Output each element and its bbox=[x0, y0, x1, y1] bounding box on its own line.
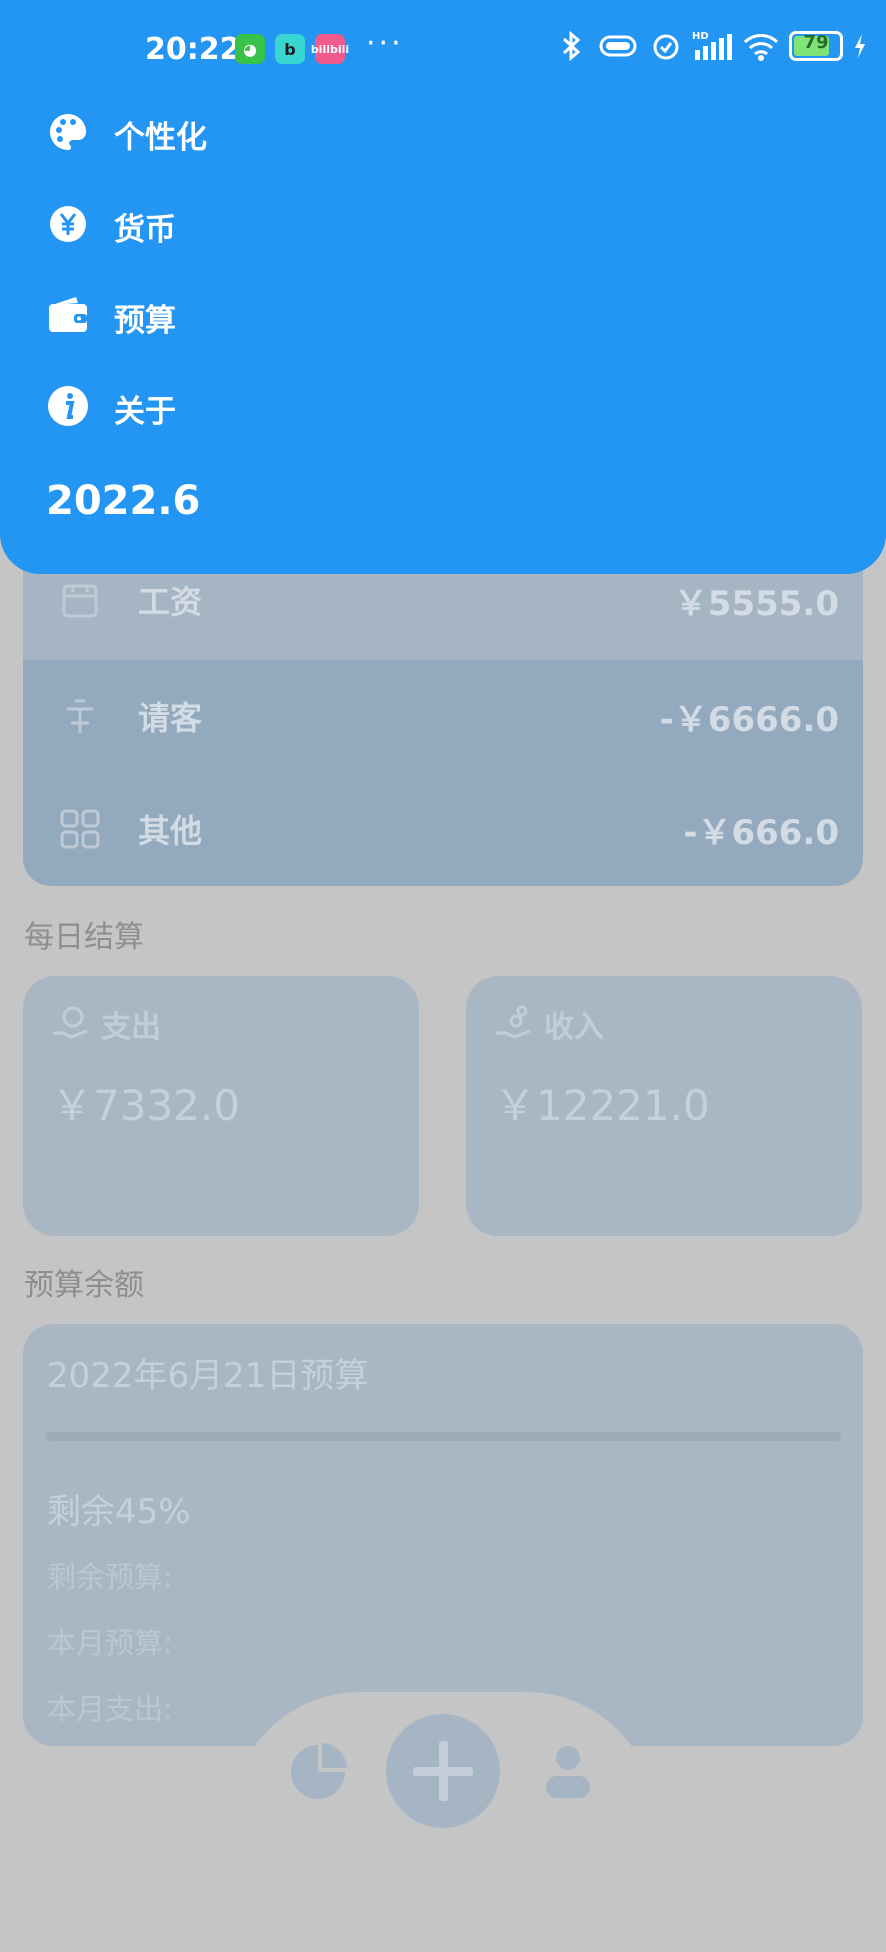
transaction-label: 工资 bbox=[138, 583, 203, 621]
alarm-icon bbox=[653, 34, 679, 60]
signal-icon: HD bbox=[692, 31, 732, 60]
charging-icon bbox=[855, 34, 865, 58]
list-item[interactable]: 其他 -￥666.0 bbox=[23, 773, 863, 885]
monthly-budget-label: 本月预算: bbox=[47, 1626, 173, 1660]
grid-icon bbox=[60, 809, 100, 849]
more-notifications-icon: ··· bbox=[366, 26, 404, 61]
menu-item-about[interactable]: 关于 bbox=[0, 366, 886, 446]
menu-item-personalize[interactable]: 个性化 bbox=[0, 92, 886, 172]
transaction-amount: -￥666.0 bbox=[683, 812, 839, 853]
user-icon[interactable] bbox=[544, 1742, 592, 1800]
wifi-icon bbox=[743, 34, 779, 61]
app-version: 2022.6 bbox=[46, 478, 201, 524]
remaining-budget-label: 剩余预算: bbox=[47, 1560, 173, 1594]
battery-icon: 79 bbox=[789, 31, 843, 61]
daily-settlement-title: 每日结算 bbox=[24, 920, 144, 955]
budget-card-title: 2022年6月21日预算 bbox=[47, 1356, 369, 1396]
battery-level: 79 bbox=[803, 32, 829, 53]
add-button[interactable] bbox=[386, 1714, 500, 1828]
monthly-spent-label: 本月支出: bbox=[47, 1692, 173, 1726]
expense-card[interactable]: 支出 ￥7332.0 bbox=[23, 976, 419, 1236]
menu-item-budget[interactable]: 预算 bbox=[0, 275, 886, 355]
info-icon bbox=[48, 386, 88, 426]
cat-app-icon: ◕ bbox=[235, 34, 265, 64]
menu-label: 个性化 bbox=[114, 120, 207, 156]
yen-icon bbox=[50, 206, 86, 242]
guest-icon bbox=[67, 699, 93, 733]
bluetooth-icon bbox=[562, 30, 581, 62]
budget-section-title: 预算余额 bbox=[24, 1268, 144, 1303]
coins-hand-icon bbox=[496, 1005, 531, 1039]
transaction-amount: -￥6666.0 bbox=[659, 699, 839, 740]
bilibili-app-icon: bilibili bbox=[311, 34, 349, 64]
budget-card[interactable]: 2022年6月21日预算 剩余45% 剩余预算: 本月预算: 本月支出: bbox=[23, 1324, 863, 1746]
palette-icon bbox=[50, 114, 87, 150]
menu-label: 预算 bbox=[114, 303, 176, 339]
transaction-label: 请客 bbox=[138, 699, 203, 737]
budget-progress-bar bbox=[45, 1432, 841, 1441]
transaction-label: 其他 bbox=[138, 812, 203, 850]
status-time: 20:22 bbox=[145, 32, 241, 67]
expense-value: ￥7332.0 bbox=[51, 1081, 240, 1130]
b-app-icon: b bbox=[275, 34, 305, 64]
vibrate-icon bbox=[599, 35, 637, 57]
navigation-drawer: 20:22 ◕ b bilibili ··· HD 79 个性化 货币 预算 关… bbox=[0, 0, 886, 574]
income-value: ￥12221.0 bbox=[494, 1081, 710, 1130]
transaction-amount: ￥5555.0 bbox=[673, 583, 839, 624]
pie-chart-icon[interactable] bbox=[287, 1741, 349, 1803]
income-card[interactable]: 收入 ￥12221.0 bbox=[466, 976, 862, 1236]
calendar-icon bbox=[62, 584, 98, 618]
menu-label: 关于 bbox=[114, 394, 176, 430]
wallet-icon bbox=[49, 297, 87, 332]
hd-label: HD bbox=[692, 31, 709, 42]
money-hand-icon bbox=[53, 1006, 88, 1039]
income-label: 收入 bbox=[544, 1010, 604, 1045]
list-item[interactable]: 请客 -￥6666.0 bbox=[23, 660, 863, 772]
menu-item-currency[interactable]: 货币 bbox=[0, 184, 886, 264]
menu-label: 货币 bbox=[114, 212, 176, 248]
budget-remaining-percent: 剩余45% bbox=[47, 1492, 191, 1532]
expense-label: 支出 bbox=[101, 1010, 161, 1045]
